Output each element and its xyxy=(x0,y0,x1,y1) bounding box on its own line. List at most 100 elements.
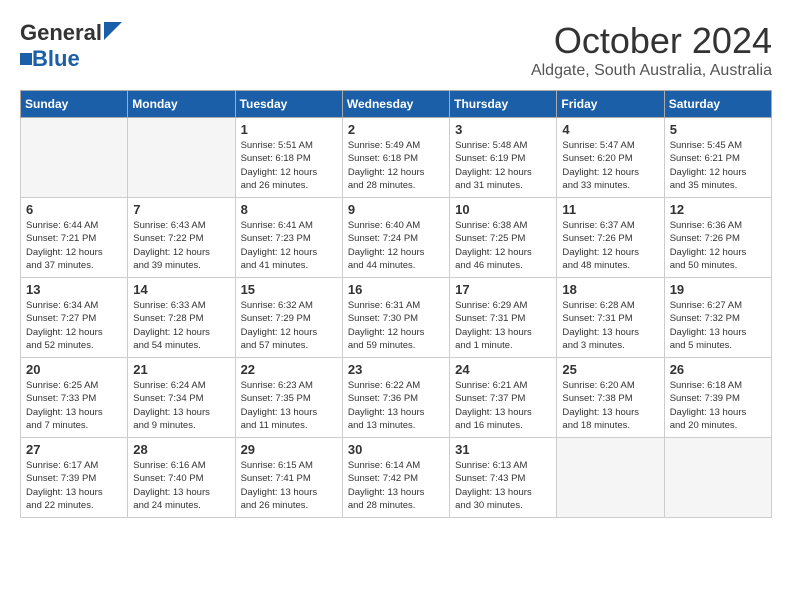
day-number: 11 xyxy=(562,202,658,217)
day-number: 27 xyxy=(26,442,122,457)
day-number: 17 xyxy=(455,282,551,297)
calendar-cell: 29 Sunrise: 6:15 AM Sunset: 7:41 PM Dayli… xyxy=(235,438,342,518)
day-number: 12 xyxy=(670,202,766,217)
day-info: Sunrise: 6:17 AM Sunset: 7:39 PM Dayligh… xyxy=(26,459,122,512)
calendar-cell: 6Sunrise: 6:44 AM Sunset: 7:21 PM Daylig… xyxy=(21,198,128,278)
day-number: 29 xyxy=(241,442,337,457)
day-info: Sunrise: 6:36 AM Sunset: 7:26 PM Dayligh… xyxy=(670,219,766,272)
calendar-cell: 4 Sunrise: 5:47 AM Sunset: 6:20 PM Daylig… xyxy=(557,118,664,198)
calendar-cell: 17 Sunrise: 6:29 AM Sunset: 7:31 PM Dayli… xyxy=(450,278,557,358)
weekday-header-thursday: Thursday xyxy=(450,91,557,118)
calendar-cell: 14Sunrise: 6:33 AM Sunset: 7:28 PM Dayli… xyxy=(128,278,235,358)
day-info: Sunrise: 5:49 AM Sunset: 6:18 PM Dayligh… xyxy=(348,139,444,192)
calendar-cell xyxy=(21,118,128,198)
day-info: Sunrise: 6:37 AM Sunset: 7:26 PM Dayligh… xyxy=(562,219,658,272)
calendar-cell: 26 Sunrise: 6:18 AM Sunset: 7:39 PM Dayli… xyxy=(664,358,771,438)
day-number: 4 xyxy=(562,122,658,137)
day-info: Sunrise: 6:31 AM Sunset: 7:30 PM Dayligh… xyxy=(348,299,444,352)
day-info: Sunrise: 5:51 AM Sunset: 6:18 PM Dayligh… xyxy=(241,139,337,192)
day-number: 8 xyxy=(241,202,337,217)
day-number: 6 xyxy=(26,202,122,217)
calendar-cell: 1 Sunrise: 5:51 AM Sunset: 6:18 PM Daylig… xyxy=(235,118,342,198)
weekday-header-saturday: Saturday xyxy=(664,91,771,118)
day-number: 25 xyxy=(562,362,658,377)
calendar-cell: 8 Sunrise: 6:41 AM Sunset: 7:23 PM Daylig… xyxy=(235,198,342,278)
day-info: Sunrise: 5:47 AM Sunset: 6:20 PM Dayligh… xyxy=(562,139,658,192)
page-header: General Blue October 2024 Aldgate, South… xyxy=(20,20,772,80)
day-number: 21 xyxy=(133,362,229,377)
calendar-cell: 28Sunrise: 6:16 AM Sunset: 7:40 PM Dayli… xyxy=(128,438,235,518)
day-info: Sunrise: 6:23 AM Sunset: 7:35 PM Dayligh… xyxy=(241,379,337,432)
day-number: 19 xyxy=(670,282,766,297)
calendar-cell: 24 Sunrise: 6:21 AM Sunset: 7:37 PM Dayli… xyxy=(450,358,557,438)
calendar-cell: 3 Sunrise: 5:48 AM Sunset: 6:19 PM Daylig… xyxy=(450,118,557,198)
title-block: October 2024 Aldgate, South Australia, A… xyxy=(531,20,772,80)
calendar-cell: 18Sunrise: 6:28 AM Sunset: 7:31 PM Dayli… xyxy=(557,278,664,358)
calendar-cell: 10 Sunrise: 6:38 AM Sunset: 7:25 PM Dayli… xyxy=(450,198,557,278)
day-number: 3 xyxy=(455,122,551,137)
day-info: Sunrise: 5:45 AM Sunset: 6:21 PM Dayligh… xyxy=(670,139,766,192)
calendar-cell: 23 Sunrise: 6:22 AM Sunset: 7:36 PM Dayli… xyxy=(342,358,449,438)
day-number: 23 xyxy=(348,362,444,377)
calendar-cell: 27 Sunrise: 6:17 AM Sunset: 7:39 PM Dayli… xyxy=(21,438,128,518)
day-number: 18 xyxy=(562,282,658,297)
day-number: 14 xyxy=(133,282,229,297)
calendar-cell: 5Sunrise: 5:45 AM Sunset: 6:21 PM Daylig… xyxy=(664,118,771,198)
day-info: Sunrise: 6:22 AM Sunset: 7:36 PM Dayligh… xyxy=(348,379,444,432)
day-info: Sunrise: 6:41 AM Sunset: 7:23 PM Dayligh… xyxy=(241,219,337,272)
calendar-cell: 31 Sunrise: 6:13 AM Sunset: 7:43 PM Dayli… xyxy=(450,438,557,518)
calendar-cell: 2 Sunrise: 5:49 AM Sunset: 6:18 PM Daylig… xyxy=(342,118,449,198)
calendar-cell xyxy=(664,438,771,518)
calendar-cell xyxy=(557,438,664,518)
day-info: Sunrise: 6:21 AM Sunset: 7:37 PM Dayligh… xyxy=(455,379,551,432)
weekday-header-sunday: Sunday xyxy=(21,91,128,118)
calendar-cell: 30 Sunrise: 6:14 AM Sunset: 7:42 PM Dayli… xyxy=(342,438,449,518)
month-title: October 2024 xyxy=(531,20,772,62)
logo-blue: Blue xyxy=(32,46,80,72)
day-number: 31 xyxy=(455,442,551,457)
day-info: Sunrise: 6:25 AM Sunset: 7:33 PM Dayligh… xyxy=(26,379,122,432)
day-number: 16 xyxy=(348,282,444,297)
day-number: 1 xyxy=(241,122,337,137)
day-info: Sunrise: 6:20 AM Sunset: 7:38 PM Dayligh… xyxy=(562,379,658,432)
day-info: Sunrise: 5:48 AM Sunset: 6:19 PM Dayligh… xyxy=(455,139,551,192)
day-info: Sunrise: 6:13 AM Sunset: 7:43 PM Dayligh… xyxy=(455,459,551,512)
weekday-header-wednesday: Wednesday xyxy=(342,91,449,118)
day-number: 24 xyxy=(455,362,551,377)
day-number: 26 xyxy=(670,362,766,377)
weekday-header-friday: Friday xyxy=(557,91,664,118)
calendar-cell: 25 Sunrise: 6:20 AM Sunset: 7:38 PM Dayli… xyxy=(557,358,664,438)
day-info: Sunrise: 6:24 AM Sunset: 7:34 PM Dayligh… xyxy=(133,379,229,432)
calendar-cell: 22Sunrise: 6:23 AM Sunset: 7:35 PM Dayli… xyxy=(235,358,342,438)
day-info: Sunrise: 6:18 AM Sunset: 7:39 PM Dayligh… xyxy=(670,379,766,432)
day-info: Sunrise: 6:29 AM Sunset: 7:31 PM Dayligh… xyxy=(455,299,551,352)
calendar-cell: 9 Sunrise: 6:40 AM Sunset: 7:24 PM Daylig… xyxy=(342,198,449,278)
calendar-table: SundayMondayTuesdayWednesdayThursdayFrid… xyxy=(20,90,772,518)
calendar-cell: 15Sunrise: 6:32 AM Sunset: 7:29 PM Dayli… xyxy=(235,278,342,358)
calendar-cell: 7 Sunrise: 6:43 AM Sunset: 7:22 PM Daylig… xyxy=(128,198,235,278)
day-number: 2 xyxy=(348,122,444,137)
day-info: Sunrise: 6:14 AM Sunset: 7:42 PM Dayligh… xyxy=(348,459,444,512)
day-info: Sunrise: 6:32 AM Sunset: 7:29 PM Dayligh… xyxy=(241,299,337,352)
logo-arrow-icon xyxy=(104,22,122,40)
day-info: Sunrise: 6:40 AM Sunset: 7:24 PM Dayligh… xyxy=(348,219,444,272)
day-info: Sunrise: 6:34 AM Sunset: 7:27 PM Dayligh… xyxy=(26,299,122,352)
calendar-cell: 21 Sunrise: 6:24 AM Sunset: 7:34 PM Dayli… xyxy=(128,358,235,438)
day-number: 20 xyxy=(26,362,122,377)
day-number: 9 xyxy=(348,202,444,217)
day-info: Sunrise: 6:43 AM Sunset: 7:22 PM Dayligh… xyxy=(133,219,229,272)
weekday-header-monday: Monday xyxy=(128,91,235,118)
day-info: Sunrise: 6:38 AM Sunset: 7:25 PM Dayligh… xyxy=(455,219,551,272)
location-title: Aldgate, South Australia, Australia xyxy=(531,62,772,80)
day-number: 30 xyxy=(348,442,444,457)
day-number: 10 xyxy=(455,202,551,217)
calendar-cell: 20 Sunrise: 6:25 AM Sunset: 7:33 PM Dayli… xyxy=(21,358,128,438)
calendar-cell: 16 Sunrise: 6:31 AM Sunset: 7:30 PM Dayli… xyxy=(342,278,449,358)
logo-general: General xyxy=(20,20,102,46)
day-number: 7 xyxy=(133,202,229,217)
calendar-cell: 12 Sunrise: 6:36 AM Sunset: 7:26 PM Dayli… xyxy=(664,198,771,278)
day-info: Sunrise: 6:15 AM Sunset: 7:41 PM Dayligh… xyxy=(241,459,337,512)
day-info: Sunrise: 6:27 AM Sunset: 7:32 PM Dayligh… xyxy=(670,299,766,352)
logo: General Blue xyxy=(20,20,122,72)
calendar-cell xyxy=(128,118,235,198)
